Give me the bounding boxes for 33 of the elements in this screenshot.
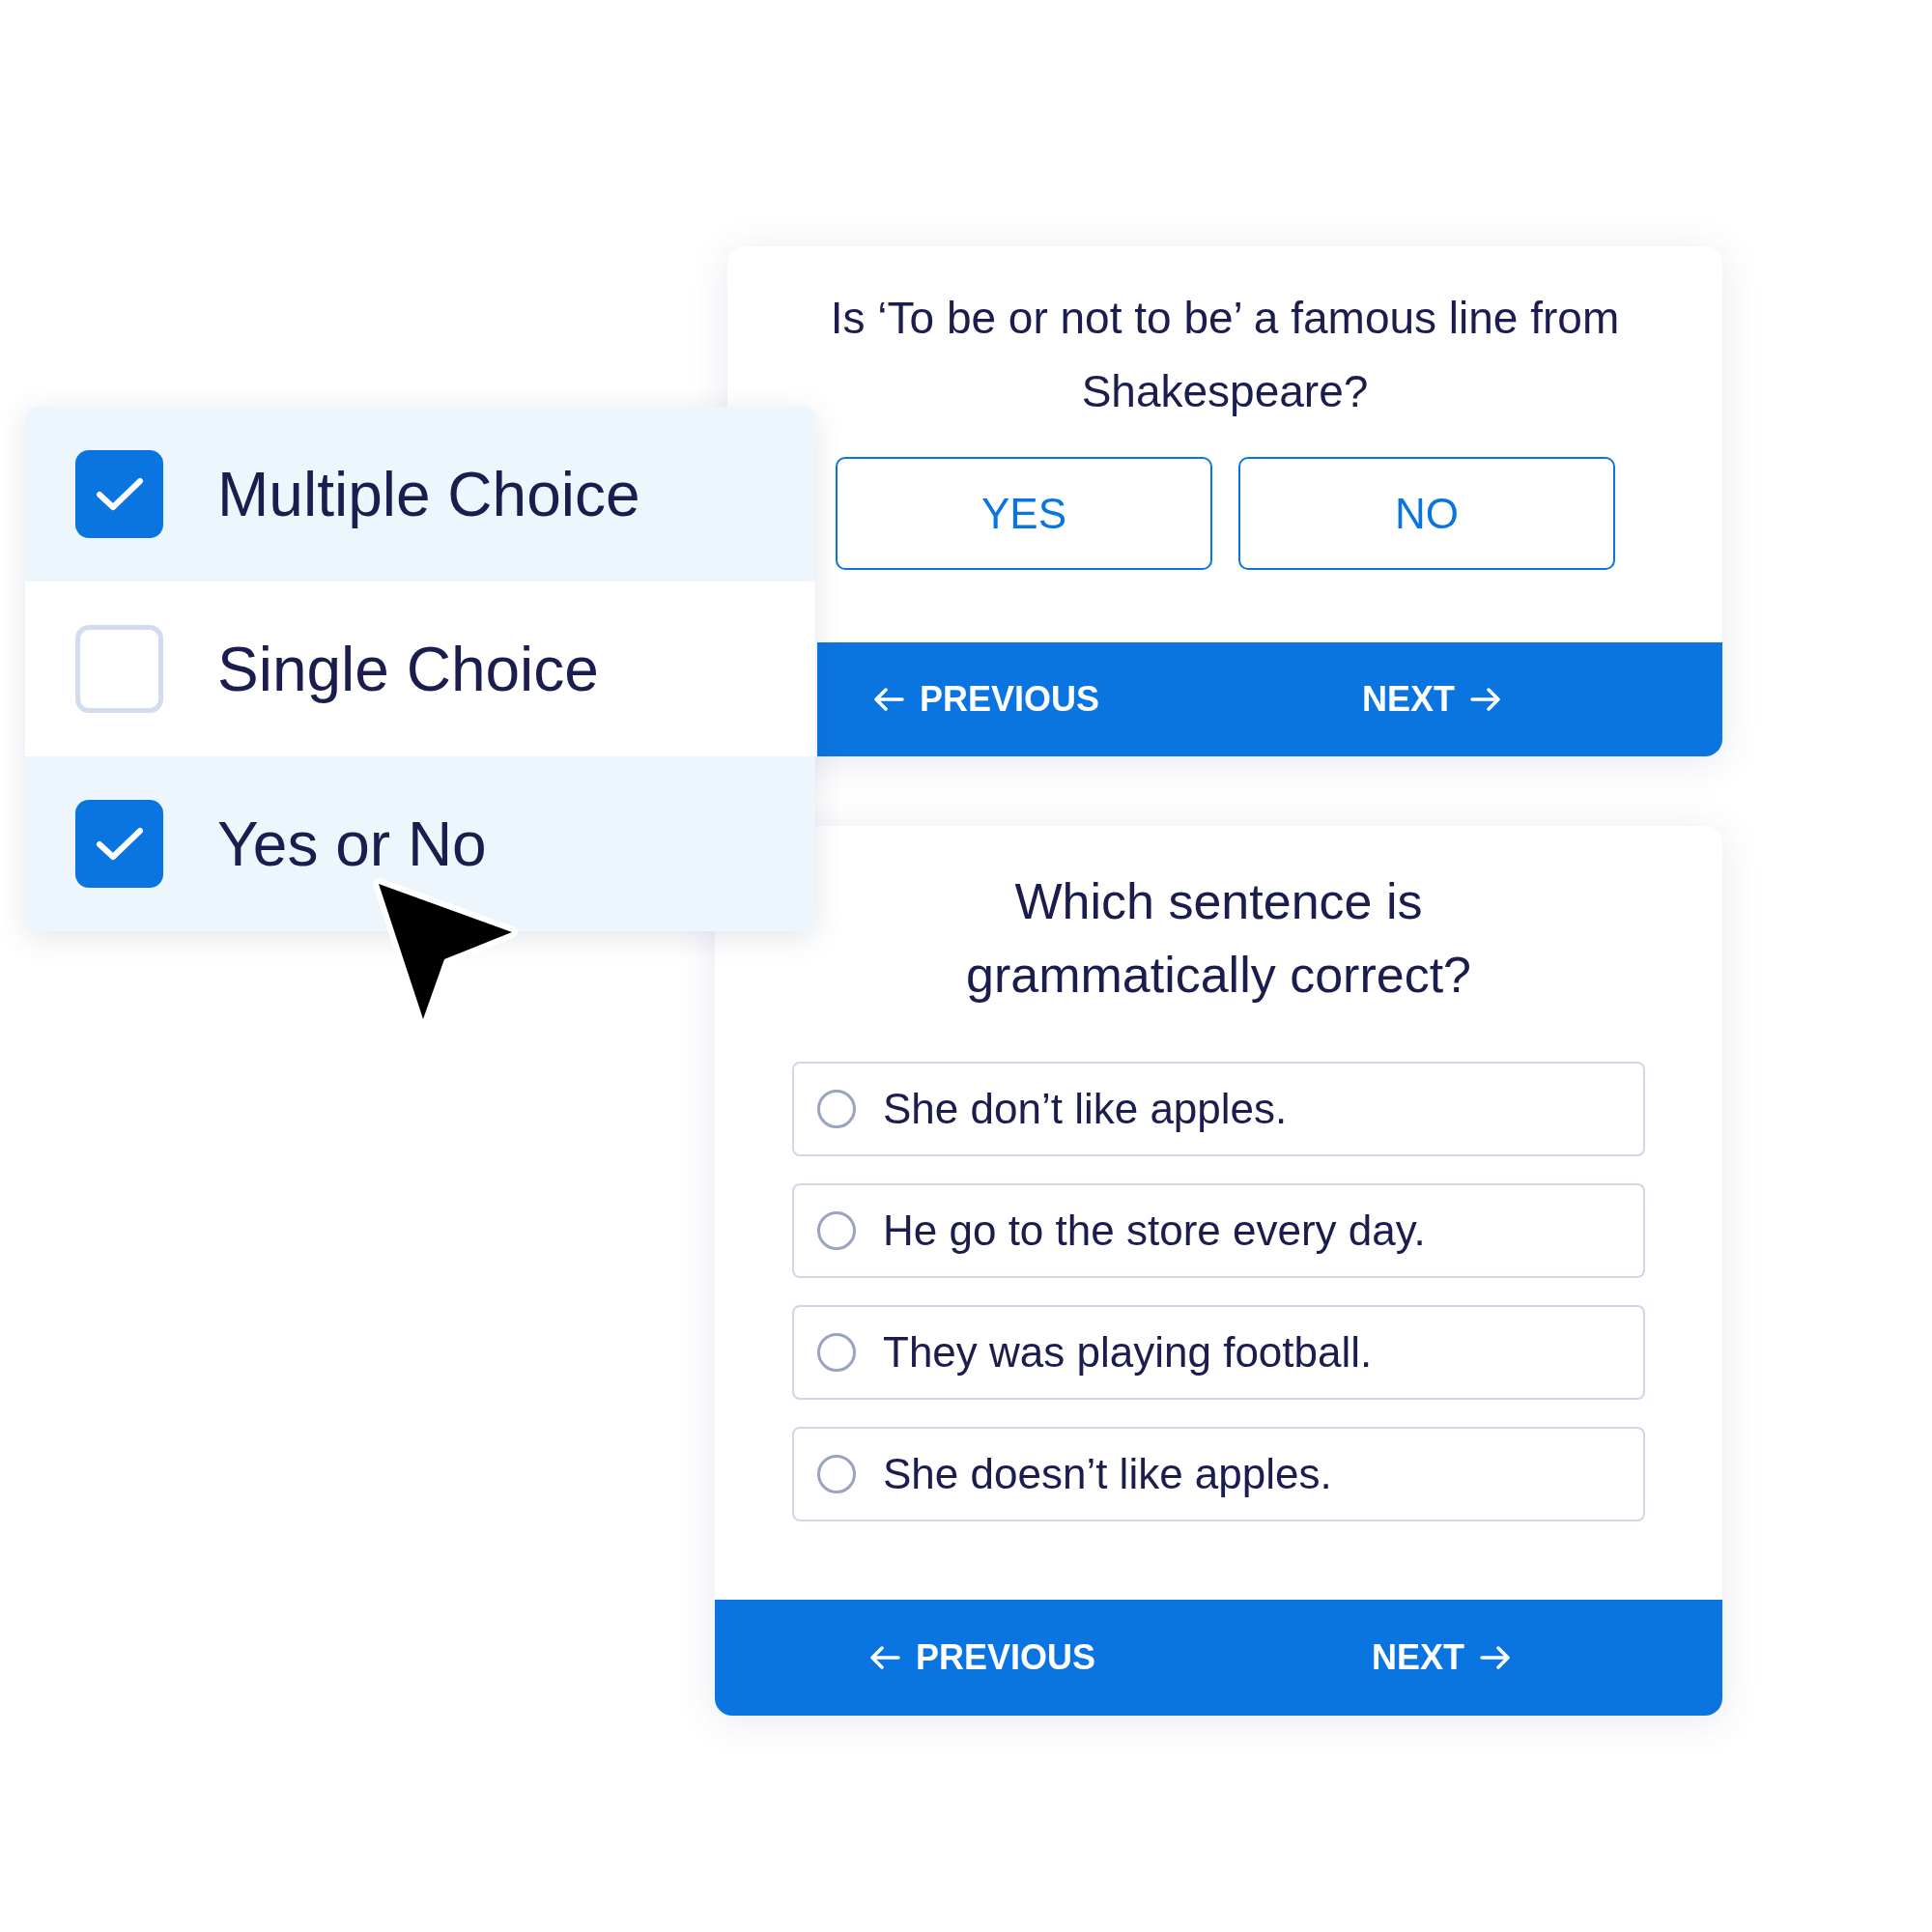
radio-button[interactable] bbox=[817, 1333, 856, 1372]
radio-button[interactable] bbox=[817, 1090, 856, 1128]
answer-option[interactable]: She don’t like apples. bbox=[792, 1062, 1645, 1156]
right-arrow-icon bbox=[1470, 688, 1502, 711]
option-label: He go to the store every day. bbox=[883, 1207, 1426, 1255]
checkbox[interactable] bbox=[75, 800, 163, 888]
menu-item-label: Multiple Choice bbox=[217, 458, 640, 530]
checkbox[interactable] bbox=[75, 625, 163, 713]
question-text: Which sentence is grammatically correct? bbox=[965, 872, 1472, 1005]
option-label: She doesn’t like apples. bbox=[883, 1450, 1332, 1498]
answer-option[interactable]: She doesn’t like apples. bbox=[792, 1427, 1645, 1521]
left-arrow-icon bbox=[869, 1646, 900, 1669]
next-button[interactable]: NEXT bbox=[1372, 1637, 1512, 1678]
radio-button[interactable] bbox=[817, 1211, 856, 1250]
option-label: She don’t like apples. bbox=[883, 1085, 1288, 1133]
right-arrow-icon bbox=[1480, 1646, 1512, 1669]
answer-button[interactable]: YES bbox=[836, 457, 1212, 570]
radio-button[interactable] bbox=[817, 1455, 856, 1493]
checkbox[interactable] bbox=[75, 450, 163, 538]
answer-option[interactable]: They was playing football. bbox=[792, 1305, 1645, 1400]
previous-button[interactable]: PREVIOUS bbox=[873, 679, 1100, 720]
left-arrow-icon bbox=[873, 688, 904, 711]
next-button[interactable]: NEXT bbox=[1362, 679, 1502, 720]
menu-item[interactable]: Multiple Choice bbox=[25, 407, 815, 582]
question-text: Is ‘To be or not to be’ a famous line from Shakespeare? bbox=[829, 292, 1621, 418]
option-label: They was playing football. bbox=[883, 1328, 1373, 1377]
menu-item[interactable]: Yes or No bbox=[25, 756, 815, 931]
menu-item[interactable]: Single Choice bbox=[25, 582, 815, 756]
answer-option[interactable]: He go to the store every day. bbox=[792, 1183, 1645, 1278]
previous-button[interactable]: PREVIOUS bbox=[869, 1637, 1096, 1678]
answer-button[interactable]: NO bbox=[1238, 457, 1615, 570]
menu-item-label: Yes or No bbox=[217, 808, 487, 880]
menu-item-label: Single Choice bbox=[217, 633, 599, 705]
